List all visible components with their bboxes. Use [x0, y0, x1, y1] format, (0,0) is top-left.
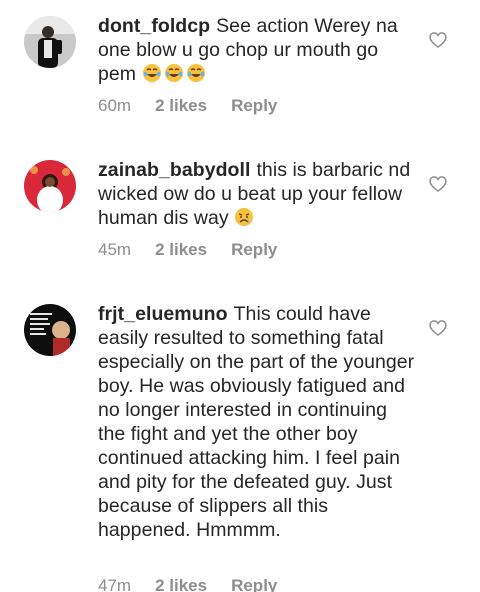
comment-time: 45m — [98, 240, 132, 259]
reply-button[interactable]: Reply — [231, 96, 277, 118]
user-avatar-icon — [24, 304, 76, 356]
comments-feed: dont_foldcp See action Werey na one blow … — [0, 0, 480, 592]
user-avatar-icon — [24, 160, 76, 212]
comment-meta: 45m 2 likes Reply — [98, 240, 277, 262]
avatar[interactable] — [24, 16, 76, 68]
reply-button[interactable]: Reply — [231, 576, 277, 592]
comment-meta: 60m 2 likes Reply — [98, 96, 277, 118]
comment-username[interactable]: zainab_babydoll — [98, 159, 250, 181]
laughing-emoji-icon — [142, 63, 208, 85]
comment-username[interactable]: dont_foldcp — [98, 15, 210, 37]
likes-count[interactable]: 2 likes — [155, 240, 207, 262]
avatar[interactable] — [24, 304, 76, 356]
comment-time: 60m — [98, 96, 132, 115]
heart-outline-icon[interactable] — [428, 30, 448, 50]
likes-count[interactable]: 2 likes — [155, 96, 207, 118]
user-avatar-icon — [24, 16, 76, 68]
likes-count[interactable]: 2 likes — [155, 576, 207, 592]
comment-body: dont_foldcp See action Werey na one blow … — [98, 14, 416, 86]
comment-time: 47m — [98, 576, 132, 592]
reply-button[interactable]: Reply — [231, 240, 277, 262]
avatar[interactable] — [24, 160, 76, 212]
comment-meta: 47m 2 likes Reply — [98, 576, 277, 592]
comment-text: This could have easily resulted to somet… — [98, 303, 415, 541]
crying-emoji-icon — [234, 207, 256, 229]
heart-outline-icon[interactable] — [428, 174, 448, 194]
comment-body: frjt_eluemuno This could have easily resu… — [98, 302, 416, 542]
heart-outline-icon[interactable] — [428, 318, 448, 338]
comment-body: zainab_babydoll this is barbaric nd wicke… — [98, 158, 416, 230]
comment-username[interactable]: frjt_eluemuno — [98, 303, 228, 325]
